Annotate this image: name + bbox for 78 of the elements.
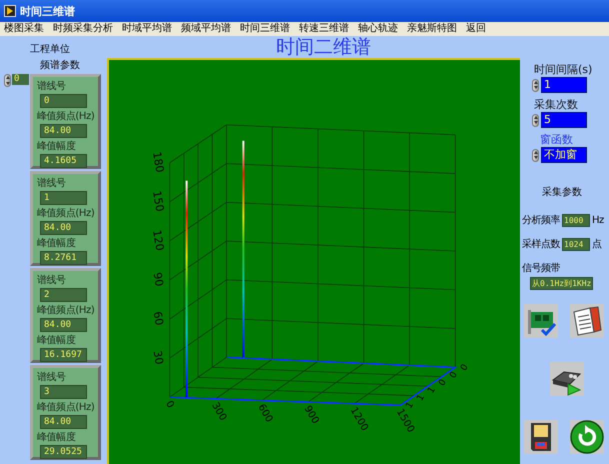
value-field: 16.1697 (40, 348, 87, 362)
unit-label: 点 (592, 238, 602, 251)
field-label: 峰值频点(Hz) (36, 304, 94, 317)
field-label: 谱线号 (36, 80, 66, 93)
unit-label: 工程单位 (30, 42, 71, 56)
value-field: 29.0525 (40, 445, 87, 459)
axis-tick-label: 300 (209, 400, 228, 423)
band-field[interactable]: 从0.1Hz到1KHz (530, 277, 594, 290)
menu-item[interactable]: 返回 (466, 23, 486, 35)
card-check-icon[interactable] (524, 304, 558, 338)
axis-tick-label: 30 (150, 350, 166, 366)
window-function-field[interactable]: 不加窗 (541, 147, 587, 163)
index-field[interactable]: 0 (12, 74, 29, 85)
value-field: 4.1605 (40, 154, 87, 168)
points-label: 采样点数 (522, 238, 560, 251)
spin-buttons[interactable] (532, 78, 539, 92)
menu-item[interactable]: 轴心轨迹 (358, 23, 398, 35)
chip-play-icon[interactable] (550, 362, 584, 396)
menu-item[interactable]: 频域平均谱 (181, 23, 231, 35)
spin-buttons[interactable] (532, 114, 539, 126)
value-field: 8.2761 (40, 251, 87, 265)
menu-item[interactable]: 时域平均谱 (122, 23, 172, 35)
axis-tick-label: 0 (437, 378, 449, 388)
axis-tick-label: 900 (302, 404, 321, 426)
field-label: 峰值频点(Hz) (36, 400, 94, 414)
field-label: 峰值幅度 (36, 430, 76, 444)
window-title: 时间三维谱 (20, 4, 75, 18)
value-field: 3 (40, 385, 87, 399)
params-label: 采集参数 (542, 186, 582, 199)
field-label: 峰值频点(Hz) (36, 110, 94, 123)
rate-field[interactable]: 1000 (562, 214, 590, 226)
points-field[interactable]: 1024 (562, 238, 590, 250)
menu-item[interactable]: 转速三维谱 (299, 23, 349, 35)
count-label: 采集次数 (533, 97, 578, 112)
axis-tick-label: 180 (150, 150, 166, 174)
value-field: 84.00 (40, 415, 87, 429)
interval-label: 时间间隔(s) (533, 62, 592, 77)
refresh-icon[interactable] (570, 420, 604, 454)
field-label: 峰值幅度 (36, 236, 76, 250)
axis-tick-label: 0 (459, 362, 471, 373)
value-field: 84.00 (40, 318, 87, 332)
axis-tick-label: 0 (163, 399, 176, 410)
page-heading: 时间二维谱 (275, 36, 372, 58)
axis-tick-label: 90 (150, 271, 166, 288)
axis-tick-label: 60 (150, 310, 166, 326)
document-icon[interactable] (570, 304, 604, 338)
axis-tick-label: 600 (255, 402, 274, 424)
menu-item[interactable]: 亲魅斯特图 (407, 23, 457, 35)
value-field: 0 (40, 94, 87, 108)
field-label: 谱线号 (36, 176, 66, 190)
count-field[interactable]: 5 (541, 112, 587, 128)
app-icon (4, 5, 16, 17)
field-label: 谱线号 (36, 370, 66, 384)
menu-item[interactable]: 时频采集分析 (53, 23, 113, 35)
value-field: 84.00 (40, 124, 87, 138)
axis-tick-label: 150 (150, 190, 166, 213)
interval-field[interactable]: 1 (541, 77, 587, 93)
field-label: 谱线号 (36, 274, 66, 287)
axis-tick-label: 1 (404, 400, 416, 411)
field-label: 峰值幅度 (36, 334, 76, 347)
spin-buttons[interactable] (532, 148, 539, 162)
window-function-label: 窗函数 (539, 132, 573, 147)
menu-item[interactable]: 时间三维谱 (240, 23, 290, 35)
rate-label: 分析频率 (522, 214, 560, 227)
band-label: 信号频带 (522, 262, 560, 275)
axis-tick-label: 1 (426, 386, 438, 396)
axis-tick-label: 1 (415, 393, 427, 404)
section-label: 频谱参数 (40, 58, 81, 72)
axis-tick-label: 120 (150, 228, 166, 252)
spin-buttons[interactable] (4, 74, 11, 87)
unit-label: Hz (592, 214, 604, 226)
axis-tick-label: 0 (448, 370, 460, 380)
field-label: 峰值频点(Hz) (36, 206, 94, 220)
value-field: 2 (40, 288, 87, 302)
value-field: 84.00 (40, 221, 87, 235)
menu-item[interactable]: 楼图采集 (4, 23, 44, 35)
value-field: 1 (40, 191, 87, 205)
field-label: 峰值幅度 (36, 140, 76, 153)
